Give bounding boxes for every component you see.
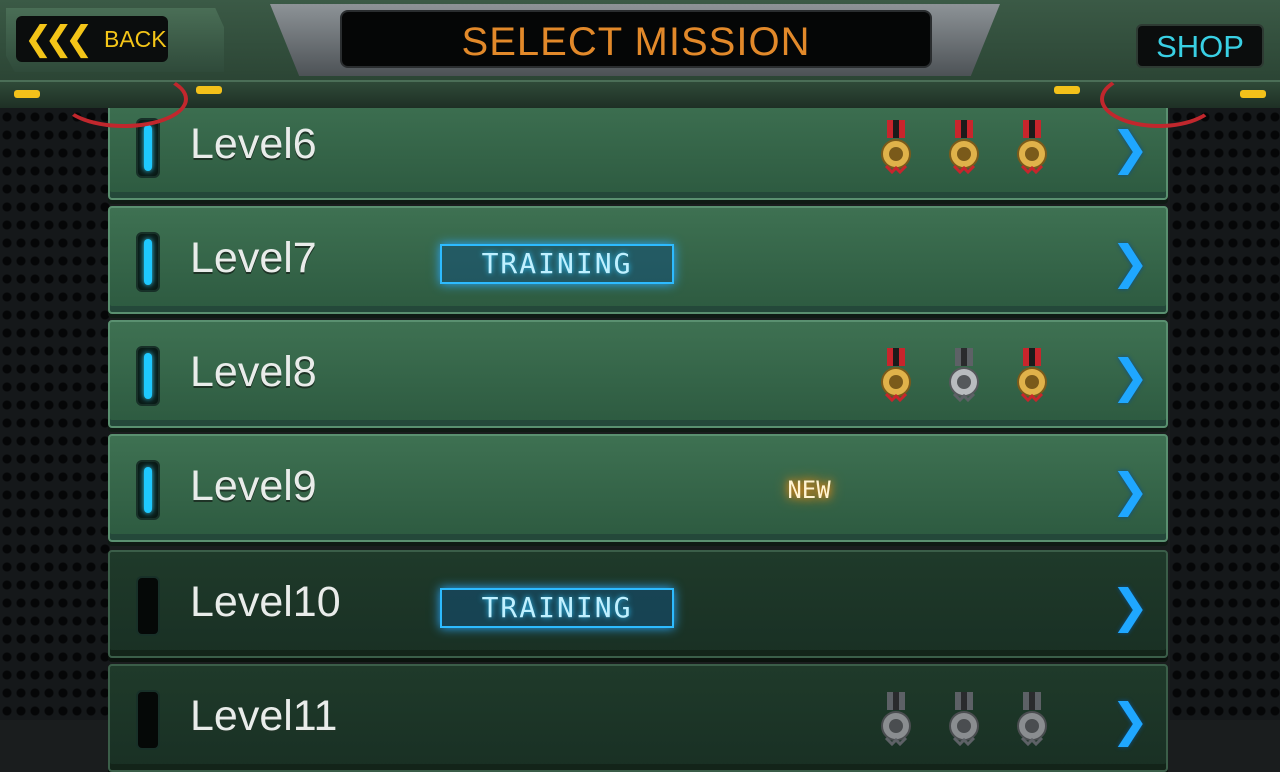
- back-button-face: ❮❮❮ BACK: [16, 16, 168, 62]
- cable-decoration: [60, 70, 188, 128]
- unlock-indicator: [136, 346, 160, 406]
- medal-icon: [1016, 348, 1048, 404]
- indicator-light: [196, 86, 222, 94]
- indicator-light: [1054, 86, 1080, 94]
- level-row-9[interactable]: Level9 NEW ❯: [108, 434, 1168, 542]
- back-button[interactable]: ❮❮❮ BACK: [6, 8, 224, 72]
- training-badge: TRAINING: [440, 244, 674, 284]
- medal-icon: [1016, 120, 1048, 176]
- shop-label: SHOP: [1156, 29, 1244, 64]
- unlock-indicator: [136, 460, 160, 520]
- level-label: Level6: [190, 120, 317, 168]
- medal-icon: [948, 692, 980, 748]
- level-label: Level8: [190, 348, 317, 396]
- title-box: SELECT MISSION: [340, 10, 932, 68]
- cable-decoration: [1100, 70, 1218, 128]
- level-row-7[interactable]: Level7 TRAINING ❯: [108, 206, 1168, 314]
- level-label: Level9: [190, 462, 317, 510]
- level-label: Level7: [190, 234, 317, 282]
- top-header: ❮❮❮ BACK SELECT MISSION SHOP: [0, 0, 1280, 128]
- medal-icon: [880, 692, 912, 748]
- level-row-8[interactable]: Level8 ❯: [108, 320, 1168, 428]
- medal-icon: [948, 120, 980, 176]
- indicator-light: [14, 90, 40, 98]
- chevron-right-icon[interactable]: ❯: [1110, 350, 1150, 402]
- level-row-11[interactable]: Level11 ❯: [108, 664, 1168, 772]
- chevron-right-icon[interactable]: ❯: [1110, 122, 1150, 174]
- shop-button[interactable]: SHOP: [1136, 24, 1264, 68]
- indicator-light: [1240, 90, 1266, 98]
- chevron-right-icon[interactable]: ❯: [1110, 464, 1150, 516]
- chevron-left-icon: ❮❮❮: [24, 19, 94, 59]
- medal-icon: [1016, 692, 1048, 748]
- level-label: Level10: [190, 578, 341, 626]
- level-row-10[interactable]: Level10 TRAINING ❯: [108, 550, 1168, 658]
- header-strip: [0, 80, 1280, 108]
- medal-icon: [880, 348, 912, 404]
- unlock-indicator: [136, 232, 160, 292]
- unlock-indicator: [136, 690, 160, 750]
- chevron-right-icon[interactable]: ❯: [1110, 236, 1150, 288]
- chevron-right-icon[interactable]: ❯: [1110, 694, 1150, 746]
- new-badge: NEW: [787, 476, 831, 504]
- chevron-right-icon[interactable]: ❯: [1110, 580, 1150, 632]
- back-label: BACK: [104, 26, 167, 52]
- level-label: Level11: [190, 692, 338, 740]
- unlock-indicator: [136, 576, 160, 636]
- medal-icon: [880, 120, 912, 176]
- page-title: SELECT MISSION: [461, 20, 811, 64]
- training-badge: TRAINING: [440, 588, 674, 628]
- medal-icon: [948, 348, 980, 404]
